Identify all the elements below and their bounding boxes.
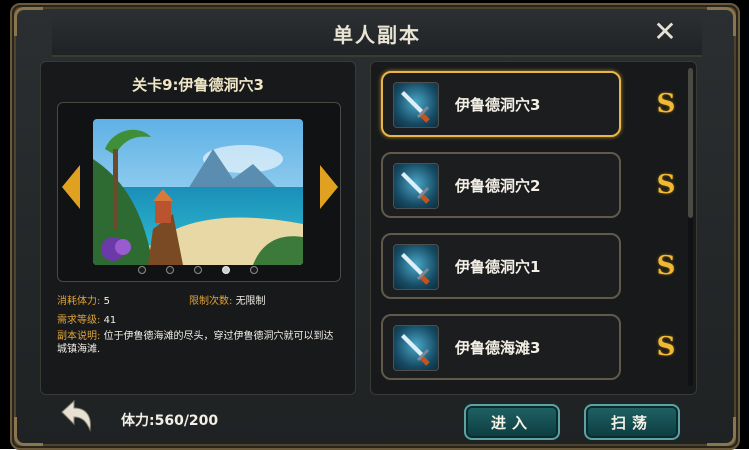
page-dot[interactable]: [194, 266, 202, 274]
title-bar: 单人副本: [52, 11, 702, 57]
close-icon[interactable]: ✕: [650, 17, 680, 47]
stage-list-panel: 伊鲁德洞穴3 伊鲁德洞穴2 伊鲁德洞穴1 伊鲁德海滩3 S S S S: [370, 61, 697, 395]
page-dot[interactable]: [250, 266, 258, 274]
sweep-button[interactable]: 扫荡: [584, 404, 680, 440]
stage-item[interactable]: 伊鲁德海滩3: [381, 314, 621, 380]
required-level-value: 41: [103, 315, 117, 326]
next-arrow-icon[interactable]: [320, 165, 338, 209]
stage-detail-panel: 关卡9:伊鲁德洞穴3 消耗体力: 5 限制次数: 无限制 需求等级: 41 副本…: [40, 61, 356, 395]
stage-name: 伊鲁德洞穴2: [455, 177, 541, 195]
stamina-cost-value: 5: [103, 296, 110, 307]
sweep-s-icon[interactable]: S: [651, 89, 681, 119]
dialog-title: 单人副本: [333, 22, 421, 47]
stage-item[interactable]: 伊鲁德洞穴1: [381, 233, 621, 299]
stamina-display: 体力:560/200: [121, 413, 219, 429]
carousel-indicator: [41, 266, 355, 274]
entry-limit-label: 限制次数:: [189, 296, 233, 307]
entry-limit-value: 无限制: [235, 296, 266, 307]
stage-item-selected[interactable]: 伊鲁德洞穴3: [381, 71, 621, 137]
entry-limit: 限制次数: 无限制: [189, 292, 266, 307]
required-level-label: 需求等级:: [57, 315, 101, 326]
ornament-corner: [14, 7, 43, 36]
ornament-corner: [707, 417, 736, 446]
stage-name: 伊鲁德海滩3: [455, 339, 541, 357]
stage-item[interactable]: 伊鲁德洞穴2: [381, 152, 621, 218]
back-arrow-icon[interactable]: [56, 398, 96, 436]
stage-name: 伊鲁德洞穴1: [455, 258, 541, 276]
stage-description: 副本说明: 位于伊鲁德海滩的尽头，穿过伊鲁德洞穴就可以到达城镇海滩.: [57, 330, 339, 356]
sword-icon: [393, 244, 439, 290]
page-dot-active[interactable]: [222, 266, 230, 274]
stamina-cost-label: 消耗体力:: [57, 296, 101, 307]
ornament-corner: [14, 417, 43, 446]
prev-arrow-icon[interactable]: [62, 165, 80, 209]
sword-icon: [393, 163, 439, 209]
scroll-thumb[interactable]: [688, 68, 693, 218]
stage-preview: [57, 102, 341, 282]
stage-title: 关卡9:伊鲁德洞穴3: [132, 76, 264, 94]
sweep-s-icon[interactable]: S: [651, 170, 681, 200]
sweep-s-icon[interactable]: S: [651, 251, 681, 281]
sweep-s-icon[interactable]: S: [651, 332, 681, 362]
page-dot[interactable]: [138, 266, 146, 274]
stage-description-label: 副本说明:: [57, 331, 101, 342]
sword-icon: [393, 325, 439, 371]
required-level: 需求等级: 41: [57, 311, 116, 326]
scrollbar[interactable]: [688, 68, 693, 386]
stamina-cost: 消耗体力: 5: [57, 292, 110, 307]
ornament-corner: [707, 7, 736, 36]
stage-name: 伊鲁德洞穴3: [455, 96, 541, 114]
page-dot[interactable]: [166, 266, 174, 274]
stage-preview-image: [93, 119, 303, 265]
enter-button[interactable]: 进入: [464, 404, 560, 440]
sword-icon: [393, 82, 439, 128]
screen: 单人副本 ✕ 关卡9:伊鲁德洞穴3 消耗体力: 5 限制次数: 无限制 需求等级…: [0, 0, 749, 450]
